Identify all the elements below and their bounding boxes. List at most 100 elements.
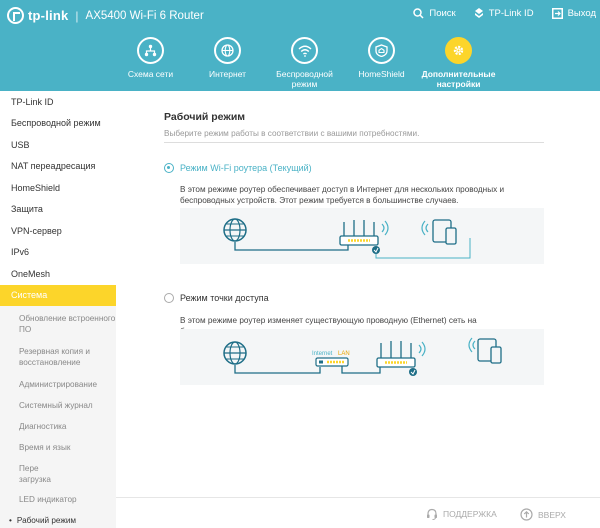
tplink-id-label: TP-Link ID: [488, 8, 534, 19]
tplink-id-icon: [474, 8, 483, 18]
tp-link-logo-icon: [7, 7, 24, 24]
ethernet-line: [341, 366, 381, 374]
cable-line: [234, 365, 321, 374]
nav-network-map-label: Схема сети: [127, 69, 174, 79]
submenu-item-label: Системный журнал: [19, 401, 93, 410]
divider: [164, 142, 544, 143]
sidebar: TP-Link ID Беспроводной режим USB NAT пе…: [0, 91, 116, 528]
submenu-item-backup-restore[interactable]: Резервная копия и восстановление: [0, 347, 116, 380]
sidebar-item-label: Система: [11, 290, 48, 301]
mode-access-point-radio[interactable]: Режим точки доступа: [164, 293, 269, 303]
modem-router-icon: [315, 357, 349, 367]
nav-internet-label: Интернет: [208, 69, 247, 79]
page-description: Выберите режим работы в соответствии с в…: [164, 129, 420, 138]
sidebar-item-tplink-id[interactable]: TP-Link ID: [0, 91, 116, 113]
submenu-item-label: Рабочий режим: [16, 516, 77, 525]
submenu-item-label: Обновление встроенного ПО: [19, 314, 116, 334]
devices-icon: [421, 219, 457, 245]
sidebar-item-onemesh[interactable]: OneMesh: [0, 263, 116, 285]
wifi-icon: [291, 37, 318, 64]
tplink-id-button[interactable]: TP-Link ID: [474, 8, 534, 19]
globe-icon: [223, 218, 247, 242]
mode-access-point-label: Режим точки доступа: [180, 293, 269, 303]
sidebar-item-label: Защита: [11, 204, 43, 215]
submenu-item-label: Администрирование: [19, 380, 98, 389]
submenu-item-label: Время и язык: [19, 443, 71, 452]
system-submenu: Обновление встроенного ПО Резервная копи…: [0, 306, 116, 528]
globe-icon: [214, 37, 241, 64]
globe-icon: [223, 341, 247, 365]
mode-router-label: Режим Wi-Fi роутера (Текущий): [180, 163, 312, 173]
internet-port-label: Internet: [312, 351, 333, 357]
radio-selected-icon: [164, 163, 174, 173]
submenu-item-reboot[interactable]: Пере загрузка: [0, 464, 60, 495]
page-title: Рабочий режим: [164, 111, 246, 123]
sidebar-item-homeshield[interactable]: HomeShield: [0, 177, 116, 199]
sidebar-item-label: IPv6: [11, 247, 30, 258]
logo: tp-link | AX5400 Wi-Fi 6 Router: [7, 7, 204, 24]
nav-advanced[interactable]: Дополнительные настройки: [420, 37, 497, 89]
sidebar-item-security[interactable]: Защита: [0, 199, 116, 221]
sidebar-item-label: NAT переадресация: [11, 161, 96, 172]
header: tp-link | AX5400 Wi-Fi 6 Router Поиск TP…: [0, 0, 600, 96]
submenu-item-system-log[interactable]: Системный журнал: [0, 401, 116, 422]
submenu-item-label: LED индикатор: [19, 495, 77, 504]
submenu-item-label: Пере загрузка: [19, 464, 51, 484]
nav-network-map[interactable]: Схема сети: [112, 37, 189, 89]
nav-wireless-label: Беспроводной режим: [276, 69, 333, 89]
sidebar-item-nat[interactable]: NAT переадресация: [0, 156, 116, 178]
submenu-item-operation-mode[interactable]: • Рабочий режим: [0, 516, 116, 528]
logout-button[interactable]: Выход: [551, 8, 596, 19]
submenu-item-label: Диагностика: [19, 422, 67, 431]
submenu-item-time-language[interactable]: Время и язык: [0, 443, 116, 464]
sidebar-item-label: TP-Link ID: [11, 96, 54, 107]
mode-router-radio[interactable]: Режим Wi-Fi роутера (Текущий): [164, 163, 312, 173]
brand-name: tp-link: [28, 8, 69, 23]
radio-unselected-icon: [164, 293, 174, 303]
nav-wireless[interactable]: Беспроводной режим: [266, 37, 343, 89]
top-actions: Поиск TP-Link ID Выход: [395, 8, 596, 19]
submenu-item-label: Резервная копия и восстановление: [19, 347, 90, 367]
sidebar-item-label: OneMesh: [11, 268, 51, 279]
logout-icon: [551, 8, 563, 19]
search-label: Поиск: [429, 8, 456, 19]
devices-icon: [468, 337, 502, 364]
sidebar-item-ipv6[interactable]: IPv6: [0, 242, 116, 264]
header-separator: |: [75, 8, 79, 23]
sidebar-item-usb[interactable]: USB: [0, 134, 116, 156]
arrow-up-circle-icon: [520, 508, 533, 521]
lan-port-label: LAN: [338, 351, 350, 357]
sidebar-item-wireless[interactable]: Беспроводной режим: [0, 113, 116, 135]
sidebar-item-label: HomeShield: [11, 182, 61, 193]
main-nav: Схема сети Интернет Беспроводной режим H…: [112, 37, 497, 89]
sidebar-item-label: Беспроводной режим: [11, 118, 101, 129]
nav-internet[interactable]: Интернет: [189, 37, 266, 89]
shield-home-icon: [368, 37, 395, 64]
nav-advanced-label: Дополнительные настройки: [421, 69, 496, 89]
support-link[interactable]: ПОДДЕРЖКА: [426, 508, 497, 520]
search-button[interactable]: Поиск: [413, 8, 456, 19]
sidebar-item-label: VPN-сервер: [11, 225, 62, 236]
main-content: Рабочий режим Выберите режим работы в со…: [116, 91, 600, 528]
search-icon: [413, 8, 424, 19]
nav-homeshield-label: HomeShield: [358, 69, 405, 79]
submenu-item-diagnostics[interactable]: Диагностика: [0, 422, 116, 443]
back-to-top-label: ВВЕРХ: [538, 509, 566, 520]
submenu-item-led[interactable]: LED индикатор: [0, 495, 116, 516]
logout-label: Выход: [567, 8, 596, 19]
submenu-item-administration[interactable]: Администрирование: [0, 380, 116, 401]
model-name: AX5400 Wi-Fi 6 Router: [85, 9, 204, 22]
router-mode-diagram: [180, 208, 544, 264]
mode-router-description: В этом режиме роутер обеспечивает доступ…: [180, 185, 505, 205]
footer: ПОДДЕРЖКА ВВЕРХ: [116, 497, 600, 528]
sidebar-item-label: USB: [11, 139, 30, 150]
sidebar-item-system[interactable]: Система: [0, 284, 116, 306]
access-point-mode-diagram: Internet LAN: [180, 329, 544, 385]
nav-homeshield[interactable]: HomeShield: [343, 37, 420, 89]
back-to-top-link[interactable]: ВВЕРХ: [520, 508, 566, 521]
submenu-item-firmware-update[interactable]: Обновление встроенного ПО: [0, 314, 116, 347]
network-map-icon: [137, 37, 164, 64]
sidebar-item-vpn[interactable]: VPN-сервер: [0, 220, 116, 242]
headset-icon: [427, 508, 437, 520]
router-icon: [376, 341, 426, 376]
